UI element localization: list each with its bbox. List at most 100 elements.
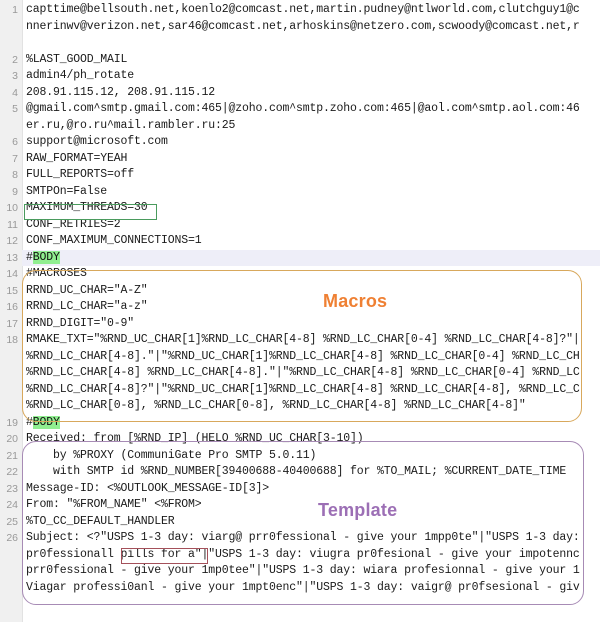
code-line[interactable]: 26 Subject: <?"USPS 1-3 day: viarg@ prr0f… (0, 530, 600, 547)
code-line-text: %RND_LC_CHAR[0-8], %RND_LC_CHAR[0-8], %R… (26, 399, 526, 412)
keyword-highlight: BODY (32, 250, 60, 264)
code-line[interactable] (0, 35, 600, 52)
line-number: 13 (6, 251, 18, 264)
line-number: 21 (6, 449, 18, 462)
code-line[interactable]: 9 SMTPOn=False (0, 184, 600, 201)
code-line[interactable]: prr0fessional - give your 1mp0tee"|"USPS… (0, 563, 600, 580)
code-line-text: Received: from [%RND_IP] (HELO %RND_UC_C… (26, 432, 364, 445)
line-number: 1 (12, 4, 18, 16)
code-line-text: pr0fessionall pills for a"|"USPS 1-3 day… (26, 547, 580, 561)
code-line-text: %RND_LC_CHAR[4-8]?"|"%RND_UC_CHAR[1]%RND… (26, 382, 580, 396)
code-line[interactable]: %RND_LC_CHAR[4-8]."|"%RND_UC_CHAR[1]%RND… (0, 349, 600, 366)
code-line[interactable]: 20 Received: from [%RND_IP] (HELO %RND_UC… (0, 431, 600, 448)
code-line[interactable]: 6 support@microsoft.com (0, 134, 600, 151)
code-line[interactable]: %RND_LC_CHAR[0-8], %RND_LC_CHAR[0-8], %R… (0, 398, 600, 415)
code-line-text: #BODY (26, 250, 60, 264)
line-number: 18 (6, 334, 18, 346)
code-line-text: %RND_LC_CHAR[4-8] %RND_LC_CHAR[4-8]."|"%… (26, 366, 580, 379)
code-line[interactable]: 5 @gmail.com^smtp.gmail.com:465|@zoho.com… (0, 101, 600, 118)
code-line[interactable]: 18 RMAKE_TXT="%RND_UC_CHAR[1]%RND_LC_CHAR… (0, 332, 600, 349)
line-number: 16 (6, 301, 18, 313)
code-line-text: capttime@bellsouth.net,koenlo2@comcast.n… (26, 3, 580, 16)
line-number: 19 (6, 416, 18, 429)
line-number: 8 (12, 169, 18, 181)
annotation-label-template: Template (318, 500, 398, 520)
line-number: 14 (6, 268, 18, 280)
code-line-text: nnerinwv@verizon.net,sar46@comcast.net,a… (26, 19, 580, 33)
code-line[interactable]: 19 #BODY (0, 415, 600, 432)
line-number: 7 (12, 152, 18, 165)
code-lines-container[interactable]: 1 capttime@bellsouth.net,koenlo2@comcast.… (0, 0, 600, 622)
code-line-text: Subject: <?"USPS 1-3 day: viarg@ prr0fes… (26, 531, 580, 544)
highlight-box-maximum-threads (24, 204, 157, 220)
code-line[interactable]: 25 %TO_CC_DEFAULT_HANDLER (0, 514, 600, 531)
line-number: 20 (6, 433, 18, 445)
code-line-text: 208.91.115.12, 208.91.115.12 (26, 85, 216, 99)
code-line-text: #MACROSES (26, 267, 87, 280)
line-number: 6 (12, 136, 18, 148)
line-number: 24 (6, 499, 18, 511)
code-line-text: RMAKE_TXT="%RND_UC_CHAR[1]%RND_LC_CHAR[4… (26, 333, 580, 346)
code-line-text: RRND_LC_CHAR="a-z" (26, 300, 148, 313)
code-line-text: RRND_DIGIT="0-9" (26, 316, 135, 330)
code-line[interactable]: 8 FULL_REPORTS=off (0, 167, 600, 184)
code-line-text: prr0fessional - give your 1mp0tee"|"USPS… (26, 564, 580, 577)
code-line-text: #BODY (26, 415, 60, 429)
line-number: 12 (6, 235, 18, 247)
code-line[interactable]: 12 CONF_MAXIMUM_CONNECTIONS=1 (0, 233, 600, 250)
code-line-text: admin4/ph_rotate (26, 69, 135, 82)
code-line[interactable]: 22 with SMTP id %RND_NUMBER[39400688-404… (0, 464, 600, 481)
code-line-text: Viagar professi0anl - give your 1mpt0enc… (26, 580, 580, 594)
code-line-text: %RND_LC_CHAR[4-8]."|"%RND_UC_CHAR[1]%RND… (26, 349, 580, 363)
code-line[interactable]: %RND_LC_CHAR[4-8] %RND_LC_CHAR[4-8]."|"%… (0, 365, 600, 382)
code-line[interactable]: 4 208.91.115.12, 208.91.115.12 (0, 85, 600, 102)
line-number: 10 (6, 202, 18, 214)
annotation-label-macros: Macros (323, 291, 388, 311)
line-number: 15 (6, 284, 18, 297)
code-line[interactable]: 3 admin4/ph_rotate (0, 68, 600, 85)
code-line[interactable]: 15 RRND_UC_CHAR="A-Z" (0, 283, 600, 300)
code-line[interactable]: 23 Message-ID: <%OUTLOOK_MESSAGE-ID[3]> (0, 481, 600, 498)
line-number: 25 (6, 515, 18, 528)
code-line-text: RAW_FORMAT=YEAH (26, 151, 128, 165)
line-number: 3 (12, 70, 18, 82)
code-line-text: by %PROXY (CommuniGate Pro SMTP 5.0.11) (26, 448, 317, 462)
code-line[interactable]: 24 From: "%FROM_NAME" <%FROM> (0, 497, 600, 514)
code-line-text: RRND_UC_CHAR="A-Z" (26, 283, 148, 297)
line-number: 17 (6, 317, 18, 330)
code-line-text: Message-ID: <%OUTLOOK_MESSAGE-ID[3]> (26, 481, 270, 495)
code-line[interactable]: nnerinwv@verizon.net,sar46@comcast.net,a… (0, 19, 600, 36)
line-number: 26 (6, 532, 18, 544)
code-line[interactable]: pr0fessionall pills for a"|"USPS 1-3 day… (0, 547, 600, 564)
line-number: 2 (12, 53, 18, 66)
line-number: 9 (12, 185, 18, 198)
code-line[interactable]: 1 capttime@bellsouth.net,koenlo2@comcast.… (0, 2, 600, 19)
line-number: 5 (12, 103, 18, 115)
code-line-text: support@microsoft.com (26, 135, 168, 148)
code-line[interactable]: 13 #BODY (0, 249, 600, 267)
code-line-text: CONF_MAXIMUM_CONNECTIONS=1 (26, 234, 202, 247)
code-line-text: SMTPOn=False (26, 184, 108, 198)
line-number: 23 (6, 482, 18, 495)
highlight-box-usps-subject (121, 548, 208, 564)
line-number: 4 (12, 86, 18, 99)
code-line[interactable]: 7 RAW_FORMAT=YEAH (0, 151, 600, 168)
code-line[interactable]: %RND_LC_CHAR[4-8]?"|"%RND_UC_CHAR[1]%RND… (0, 382, 600, 399)
code-line[interactable]: 14 #MACROSES (0, 266, 600, 283)
code-line-text: %LAST_GOOD_MAIL (26, 52, 128, 66)
line-number: 22 (6, 466, 18, 478)
code-line[interactable]: 21 by %PROXY (CommuniGate Pro SMTP 5.0.1… (0, 448, 600, 465)
code-line-text: %TO_CC_DEFAULT_HANDLER (26, 514, 175, 528)
code-line[interactable]: 16 RRND_LC_CHAR="a-z" (0, 299, 600, 316)
code-line[interactable]: 17 RRND_DIGIT="0-9" (0, 316, 600, 333)
code-line-text: er.ru,@ro.ru^mail.rambler.ru:25 (26, 118, 236, 132)
code-line-text: FULL_REPORTS=off (26, 168, 135, 181)
code-line[interactable]: Viagar professi0anl - give your 1mpt0enc… (0, 580, 600, 597)
code-viewer: 1 capttime@bellsouth.net,koenlo2@comcast.… (0, 0, 600, 622)
code-line-text: @gmail.com^smtp.gmail.com:465|@zoho.com^… (26, 102, 580, 115)
code-line-text: From: "%FROM_NAME" <%FROM> (26, 498, 202, 511)
code-line[interactable]: er.ru,@ro.ru^mail.rambler.ru:25 (0, 118, 600, 135)
code-line[interactable]: 2 %LAST_GOOD_MAIL (0, 52, 600, 69)
code-line-text: with SMTP id %RND_NUMBER[39400688-404006… (26, 465, 567, 478)
keyword-highlight: BODY (32, 415, 60, 429)
